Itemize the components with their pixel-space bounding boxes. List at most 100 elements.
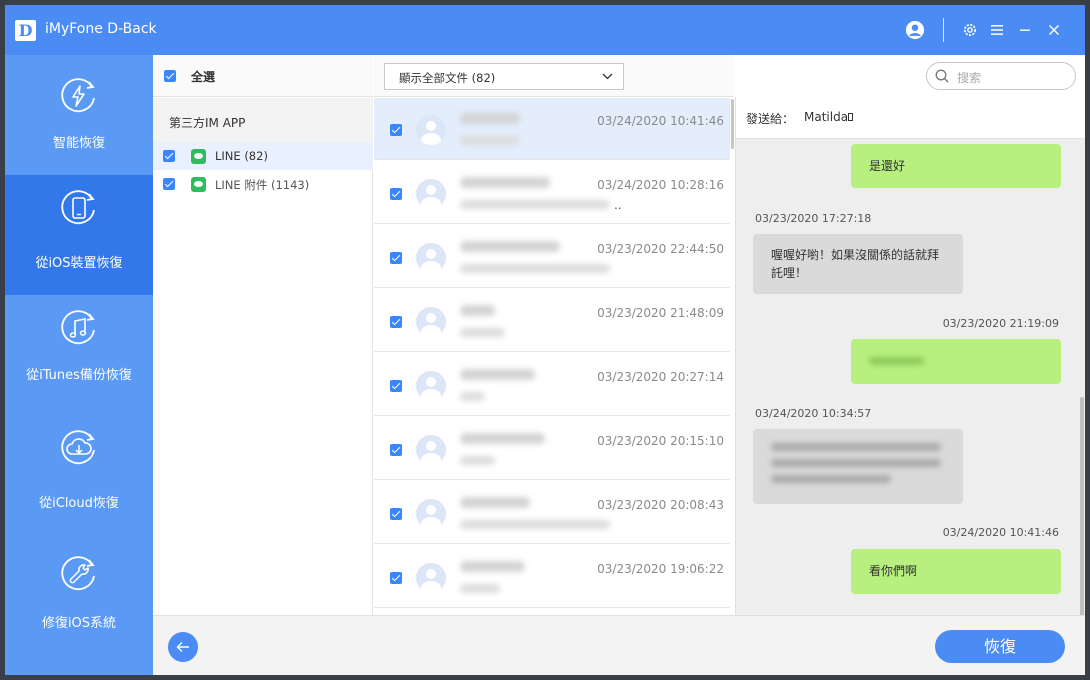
- category-label: LINE (82): [215, 149, 268, 163]
- select-all-checkbox[interactable]: [164, 70, 176, 82]
- conversation-row[interactable]: 03/23/2020 20:15:10: [374, 418, 730, 480]
- row-checkbox[interactable]: [390, 124, 402, 136]
- last-message-blurred: [460, 136, 520, 145]
- search-input[interactable]: 搜索: [926, 62, 1076, 90]
- sidebar-item-label: 修復iOS系統: [41, 616, 117, 631]
- recover-button[interactable]: 恢復: [935, 630, 1065, 663]
- menu-icon[interactable]: [987, 20, 1007, 40]
- conversation-time: 03/23/2020 20:15:10: [597, 434, 724, 448]
- category-group-title: 第三方IM APP: [169, 116, 246, 130]
- sidebar-item-label: 從iCloud恢復: [39, 496, 119, 511]
- last-message-blurred: [460, 456, 495, 465]
- avatar: [416, 115, 446, 145]
- chat-panel: 發送給： Matilda 是還好 03/23/2020 17:27:18 喔喔好…: [735, 97, 1085, 615]
- row-checkbox[interactable]: [390, 444, 402, 456]
- music-note-refresh-icon: [61, 310, 95, 345]
- gear-icon[interactable]: [960, 20, 980, 40]
- conversation-row[interactable]: 03/23/2020 21:48:09: [374, 290, 730, 352]
- line-app-icon: [191, 149, 206, 164]
- last-message-blurred: [460, 328, 505, 337]
- category-item-line-attachments[interactable]: LINE 附件 (1143): [153, 170, 373, 198]
- message-bubble-outgoing-blurred: [851, 339, 1061, 384]
- contact-name-blurred: [460, 561, 525, 572]
- row-checkbox[interactable]: [390, 188, 402, 200]
- cloud-download-icon: [61, 430, 95, 465]
- sidebar-item-label: 從iOS裝置恢復: [35, 256, 123, 271]
- account-icon[interactable]: [905, 20, 925, 40]
- back-button[interactable]: [168, 632, 198, 662]
- select-all-row[interactable]: 全選: [153, 55, 373, 97]
- contact-name-blurred: [460, 369, 535, 380]
- conversation-row[interactable]: 03/24/2020 10:41:46: [374, 98, 730, 160]
- avatar: [416, 371, 446, 401]
- conversation-row[interactable]: 03/23/2020 20:27:14: [374, 354, 730, 416]
- conversation-time: 03/24/2020 10:28:16: [597, 178, 724, 192]
- line-app-icon: [191, 177, 206, 192]
- row-checkbox[interactable]: [390, 572, 402, 584]
- sidebar-item-smart-recovery[interactable]: 智能恢復: [5, 55, 153, 175]
- avatar: [416, 435, 446, 465]
- select-all-label: 全選: [191, 70, 216, 84]
- category-checkbox[interactable]: [163, 150, 175, 162]
- last-message-blurred: [460, 520, 610, 529]
- row-checkbox[interactable]: [390, 508, 402, 520]
- blurred-text: [771, 475, 891, 483]
- message-bubble-incoming-blurred: [753, 429, 963, 504]
- row-checkbox[interactable]: [390, 252, 402, 264]
- message-timestamp: 03/24/2020 10:34:57: [755, 407, 872, 420]
- conversation-list: 顯示全部文件 (82) 03/24/2020 10:41:46 .. 03/24…: [374, 55, 734, 615]
- bottom-bar: 恢復: [153, 615, 1085, 675]
- chat-header: 發送給： Matilda: [736, 97, 1085, 139]
- phone-refresh-icon: [61, 190, 95, 225]
- conversation-row[interactable]: .. 03/24/2020 10:28:16: [374, 162, 730, 224]
- conversation-time: 03/23/2020 19:06:22: [597, 562, 724, 576]
- recipient-glyph: [848, 113, 853, 121]
- conversation-row[interactable]: 03/23/2020 22:44:50: [374, 226, 730, 288]
- sidebar-item-icloud[interactable]: 從iCloud恢復: [5, 415, 153, 535]
- chevron-down-icon: [602, 73, 613, 80]
- blurred-text: [869, 357, 924, 365]
- conversation-time: 03/24/2020 10:41:46: [597, 114, 724, 128]
- chat-scrollbar[interactable]: [1080, 397, 1084, 615]
- contact-name-blurred: [460, 177, 550, 188]
- avatar: [416, 179, 446, 209]
- send-to-label: 發送給：: [746, 112, 795, 126]
- filter-selected-value: 顯示全部文件 (82): [399, 71, 496, 85]
- app-window: D iMyFone D-Back 智能恢復 從iOS裝置恢復 從iTunes備份…: [5, 5, 1085, 675]
- last-message-blurred: [460, 200, 610, 209]
- app-title: iMyFone D-Back: [45, 21, 157, 37]
- conversation-row[interactable]: 03/23/2020 19:06:22: [374, 546, 730, 608]
- lightning-refresh-icon: [61, 78, 95, 113]
- sidebar-item-ios-device[interactable]: 從iOS裝置恢復: [5, 175, 153, 295]
- row-checkbox[interactable]: [390, 380, 402, 392]
- minimize-icon[interactable]: [1015, 20, 1035, 40]
- message-bubble-incoming: 喔喔好喲！如果沒關係的話就拜託哩！: [753, 234, 963, 294]
- avatar: [416, 307, 446, 337]
- app-logo: D: [15, 20, 36, 41]
- category-label: LINE 附件 (1143): [215, 178, 310, 192]
- list-scrollbar[interactable]: [731, 99, 734, 149]
- sidebar-item-itunes-backup[interactable]: 從iTunes備份恢復: [5, 295, 153, 415]
- file-filter-dropdown[interactable]: 顯示全部文件 (82): [384, 63, 624, 90]
- last-message-blurred: [460, 392, 485, 401]
- avatar: [416, 499, 446, 529]
- contact-name-blurred: [460, 305, 495, 316]
- message-bubble-outgoing: 看你們啊: [851, 549, 1061, 594]
- search-icon: [935, 69, 949, 83]
- conversation-time: 03/23/2020 22:44:50: [597, 242, 724, 256]
- category-checkbox[interactable]: [163, 178, 175, 190]
- category-item-line[interactable]: LINE (82): [153, 142, 373, 170]
- category-panel: 全選 第三方IM APP LINE (82) LINE 附件 (1143): [153, 55, 373, 615]
- sidebar: 智能恢復 從iOS裝置恢復 從iTunes備份恢復 從iCloud恢復 修復iO…: [5, 55, 153, 675]
- sidebar-item-repair-ios[interactable]: 修復iOS系統: [5, 535, 153, 655]
- sidebar-item-label: 從iTunes備份恢復: [26, 368, 132, 383]
- row-checkbox[interactable]: [390, 316, 402, 328]
- wrench-icon: [61, 556, 95, 591]
- conversation-time: 03/23/2020 20:08:43: [597, 498, 724, 512]
- blurred-text: [771, 443, 941, 451]
- close-icon[interactable]: [1044, 20, 1064, 40]
- blurred-text: [771, 459, 941, 467]
- message-timestamp: 03/23/2020 17:27:18: [755, 212, 872, 225]
- conversation-row[interactable]: 03/23/2020 20:08:43: [374, 482, 730, 544]
- last-message-blurred: [460, 584, 500, 593]
